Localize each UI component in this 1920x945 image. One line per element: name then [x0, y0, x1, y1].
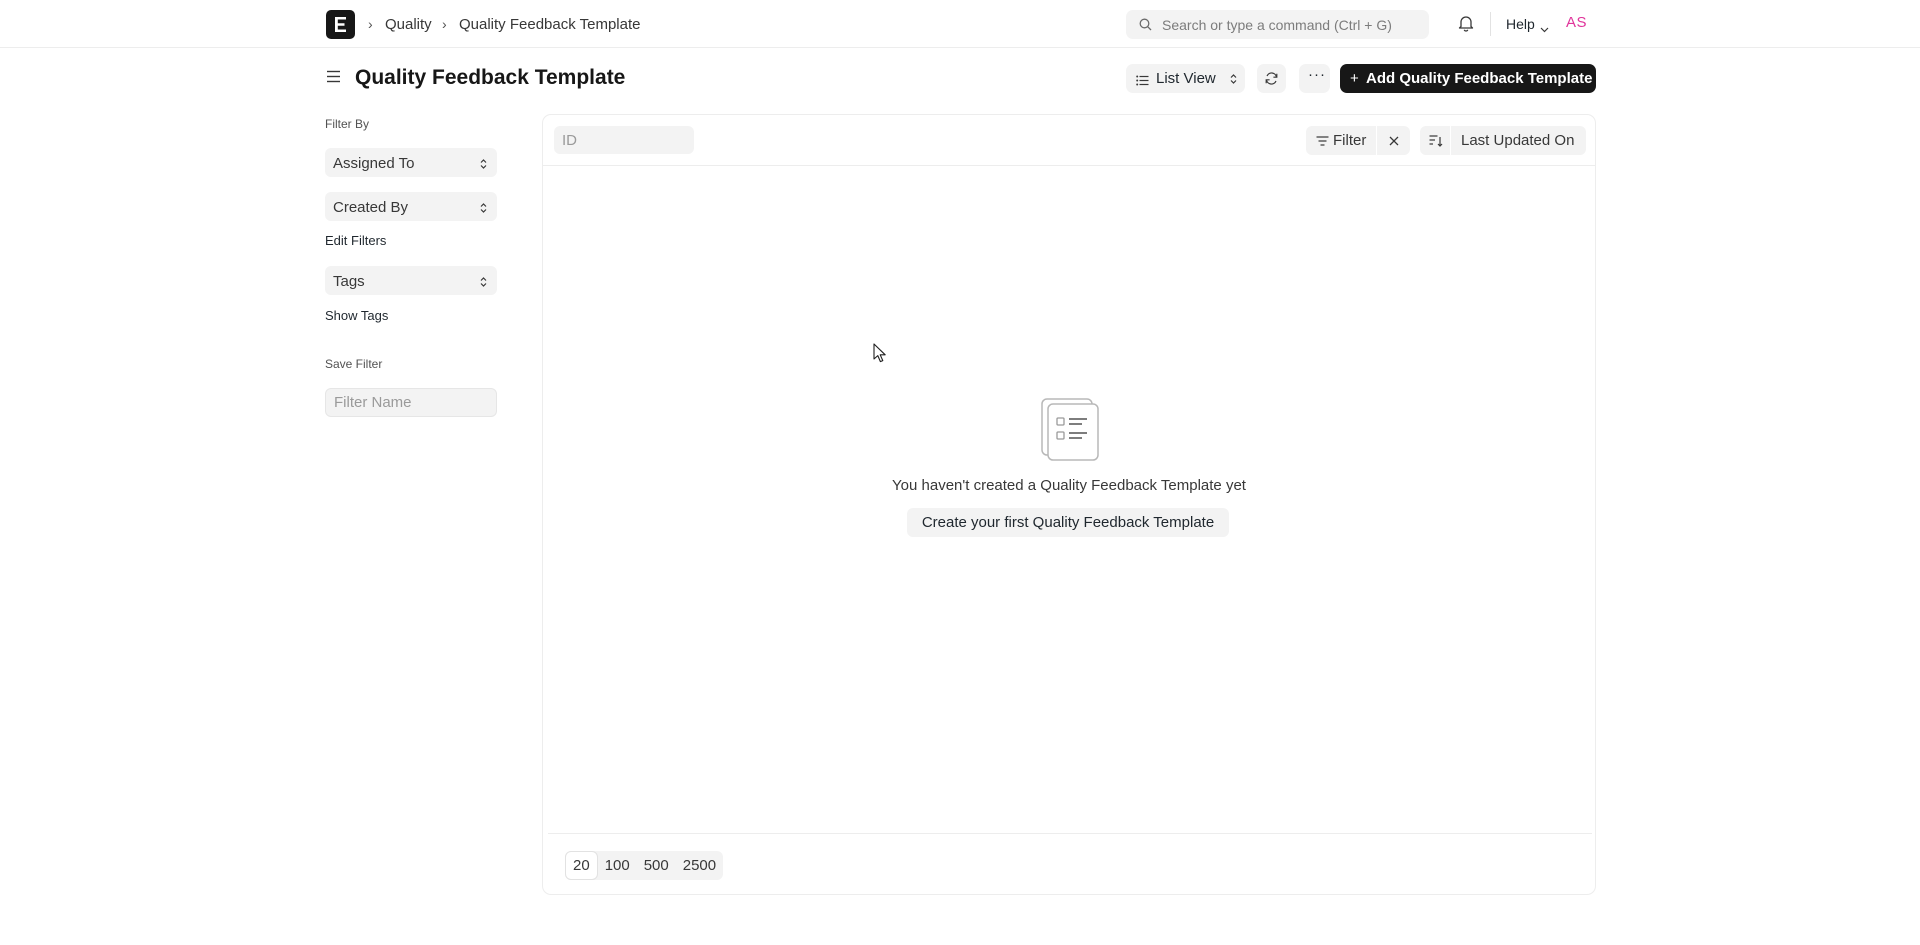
add-button-label: Add Quality Feedback Template	[1366, 70, 1593, 87]
edit-filters-link[interactable]: Edit Filters	[325, 233, 386, 248]
mouse-cursor-icon	[873, 343, 887, 368]
filter-by-label: Filter By	[325, 117, 370, 131]
filter-label: Filter	[1333, 132, 1367, 149]
filter-icon	[1316, 136, 1329, 146]
breadcrumb-quality[interactable]: Quality	[385, 16, 432, 33]
select-updown-icon	[480, 275, 487, 293]
close-icon	[1389, 136, 1399, 146]
search-icon	[1139, 18, 1152, 31]
assigned-to-filter[interactable]: Assigned To	[325, 148, 497, 177]
sort-group: Last Updated On	[1420, 126, 1586, 155]
select-updown-icon	[1230, 72, 1237, 89]
tags-filter[interactable]: Tags	[325, 266, 497, 295]
list-panel: Filter Last Updated On	[542, 114, 1596, 895]
id-filter-input[interactable]	[554, 126, 694, 154]
clear-filters-button[interactable]	[1377, 126, 1410, 155]
chevron-down-icon	[1540, 20, 1549, 38]
sort-field-button[interactable]: Last Updated On	[1451, 126, 1586, 155]
create-first-button[interactable]: Create your first Quality Feedback Templ…	[907, 508, 1229, 537]
erpnext-logo-icon	[335, 17, 346, 32]
more-horizontal-icon: ···	[1308, 66, 1326, 83]
select-updown-icon	[480, 201, 487, 219]
search-input[interactable]	[1162, 10, 1422, 39]
plus-icon: +	[1350, 70, 1359, 87]
page-size-100[interactable]: 100	[598, 851, 637, 880]
tags-label: Tags	[333, 273, 365, 290]
page-size-500[interactable]: 500	[637, 851, 676, 880]
created-by-filter[interactable]: Created By	[325, 192, 497, 221]
more-actions-button[interactable]: ···	[1299, 64, 1330, 93]
empty-list-illustration-icon	[1040, 397, 1102, 466]
page-size-20[interactable]: 20	[565, 851, 598, 880]
sort-descending-icon	[1429, 135, 1443, 147]
sort-order-button[interactable]	[1420, 126, 1450, 155]
add-quality-feedback-template-button[interactable]: + Add Quality Feedback Template	[1340, 64, 1596, 93]
help-dropdown[interactable]: Help	[1506, 16, 1535, 32]
sidebar-toggle-icon[interactable]	[326, 70, 341, 88]
footer-divider	[548, 833, 1592, 834]
navbar: › Quality › Quality Feedback Template He…	[0, 0, 1920, 48]
sort-field-label: Last Updated On	[1461, 132, 1575, 149]
breadcrumb-current[interactable]: Quality Feedback Template	[459, 16, 641, 33]
navbar-divider	[1490, 12, 1491, 36]
user-avatar[interactable]: AS	[1566, 14, 1587, 31]
refresh-button[interactable]	[1257, 64, 1286, 93]
created-by-label: Created By	[333, 199, 409, 216]
show-tags-link[interactable]: Show Tags	[325, 308, 388, 323]
app-logo[interactable]	[326, 10, 355, 39]
page-size-2500[interactable]: 2500	[676, 851, 723, 880]
filter-name-input[interactable]	[325, 388, 497, 417]
select-updown-icon	[480, 157, 487, 175]
filter-button[interactable]: Filter	[1306, 126, 1376, 155]
notification-bell-icon[interactable]	[1458, 14, 1474, 37]
list-toolbar: Filter Last Updated On	[543, 115, 1595, 166]
save-filter-label: Save Filter	[325, 357, 383, 371]
view-switcher-button[interactable]: List View	[1126, 64, 1245, 93]
page-title: Quality Feedback Template	[355, 66, 626, 89]
list-icon	[1136, 73, 1149, 90]
page-length-selector: 20 100 500 2500	[565, 851, 724, 880]
filter-group: Filter	[1306, 126, 1410, 155]
awesomebar-search[interactable]	[1126, 10, 1429, 39]
empty-state-message: You haven't created a Quality Feedback T…	[892, 477, 1246, 494]
refresh-icon	[1265, 72, 1278, 85]
breadcrumb-separator-icon: ›	[442, 16, 447, 32]
breadcrumb-separator-icon: ›	[368, 16, 373, 32]
view-switcher-label: List View	[1156, 70, 1216, 87]
assigned-to-label: Assigned To	[333, 155, 415, 172]
